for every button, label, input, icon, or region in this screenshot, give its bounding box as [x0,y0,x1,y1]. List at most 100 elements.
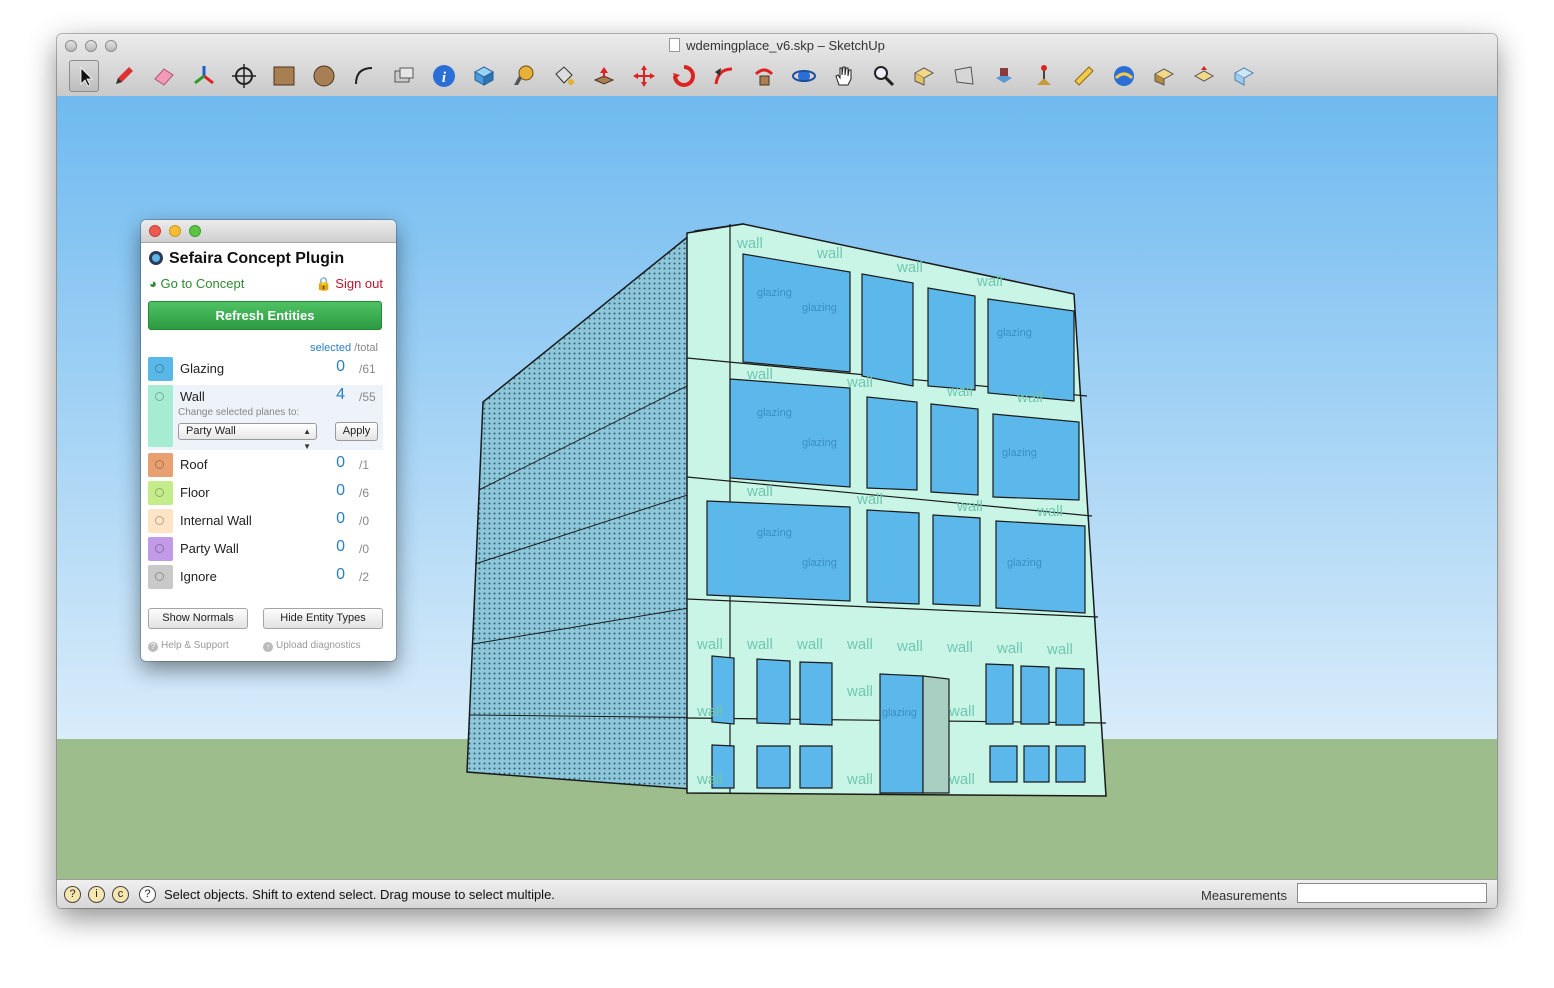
sefaira-logo-icon [149,251,163,265]
plugin-title-bar [141,220,396,243]
layout-tool[interactable] [1229,60,1259,92]
plugin-close-button[interactable] [149,225,161,237]
entity-row[interactable]: Wall 4/55 [148,384,383,447]
help-support-link[interactable]: ? Help & Support [148,640,229,652]
pencil-icon [116,67,133,84]
plane-type-select[interactable]: Party Wall ▲ ▼ [178,423,317,451]
position-camera-tool[interactable] [229,60,259,92]
entity-color-swatch[interactable] [148,565,173,589]
help-icon[interactable]: ? [139,886,156,903]
orbit-tool[interactable] [789,60,819,92]
pencil-tool[interactable] [109,60,139,92]
status-bar: ? i c ? Select objects. Shift to extend … [57,879,1497,908]
entity-color-swatch[interactable] [148,509,173,533]
refresh-entities-button[interactable]: Refresh Entities [148,301,382,330]
move-tool[interactable] [629,60,659,92]
previous-icon [954,66,974,85]
move-icon [633,65,655,87]
svg-text:wall: wall [948,771,975,788]
circle-tool[interactable] [309,60,339,92]
info-icon: i [433,65,455,87]
entity-label: Ignore [180,569,217,584]
entity-color-swatch[interactable] [148,481,173,505]
svg-text:glazing: glazing [757,407,792,419]
entity-row[interactable]: Roof 0/1 [148,452,383,478]
entity-label: Wall [180,389,205,404]
geo-location-icon[interactable]: ? [64,886,81,903]
entity-color-swatch[interactable] [148,357,173,381]
svg-text:glazing: glazing [997,327,1032,339]
axes-tool[interactable] [189,60,219,92]
entity-row[interactable]: Floor 0/6 [148,480,383,506]
scale-tool[interactable] [749,60,779,92]
follow-me-tool[interactable] [709,60,739,92]
push-pull-tool[interactable] [589,60,619,92]
eraser-tool[interactable] [149,60,179,92]
hide-entity-types-button[interactable]: Hide Entity Types [263,608,383,629]
entity-row[interactable]: Internal Wall 0/0 [148,508,383,534]
section-plane-tool[interactable] [389,60,419,92]
entity-label: Floor [180,485,210,500]
magnifier-icon [874,66,895,87]
svg-text:wall: wall [846,771,873,788]
share-model-tool[interactable] [1149,60,1179,92]
components-tool[interactable] [469,60,499,92]
lock-icon: 🔒 [315,276,332,291]
svg-text:glazing: glazing [882,707,917,719]
rectangle-tool[interactable] [269,60,299,92]
entity-label: Internal Wall [180,513,252,528]
walk-tool[interactable] [1029,60,1059,92]
entity-label: Party Wall [180,541,239,556]
measurements-input[interactable] [1297,883,1487,903]
entity-row[interactable]: Ignore 0/2 [148,564,383,590]
entity-toggle-icon [155,572,164,581]
upload-diagnostics-link[interactable]: ↑ Upload diagnostics [263,640,361,652]
svg-text:wall: wall [1016,389,1043,406]
plugin-minimize-button[interactable] [169,225,181,237]
entity-color-swatch[interactable] [148,385,173,447]
dimension-tool[interactable] [1069,60,1099,92]
entity-total-count: /1 [359,458,370,472]
svg-text:glazing: glazing [802,557,837,569]
zoom-tool[interactable] [869,60,899,92]
go-to-concept-link[interactable]: ◕ Go to Concept [149,276,244,291]
arc-tool[interactable] [349,60,379,92]
svg-text:wall: wall [856,491,883,508]
svg-text:wall: wall [1036,503,1063,520]
entity-row[interactable]: Glazing 0/61 [148,356,383,382]
location-icon [996,68,1012,83]
extension-icon [1193,66,1215,82]
entity-selected-count: 0 [336,510,345,527]
show-normals-button[interactable]: Show Normals [148,608,248,629]
sign-out-link[interactable]: 🔒 Sign out [315,276,383,292]
extension-tool[interactable] [1189,60,1219,92]
credits-icon[interactable]: i [88,886,105,903]
entity-row[interactable]: Party Wall 0/0 [148,536,383,562]
svg-text:wall: wall [996,640,1023,657]
select-tool[interactable] [69,60,99,92]
tape-measure-tool[interactable] [509,60,539,92]
rotate-tool[interactable] [669,60,699,92]
pan-tool[interactable] [829,60,859,92]
entity-label: Roof [180,457,208,472]
zoom-extents-tool[interactable] [909,60,939,92]
svg-text:wall: wall [746,366,773,383]
entity-color-swatch[interactable] [148,537,173,561]
entity-selected-count: 0 [336,358,345,375]
entity-color-swatch[interactable] [148,453,173,477]
svg-text:glazing: glazing [757,287,792,299]
entity-selected-count: 0 [336,482,345,499]
svg-text:glazing: glazing [1002,447,1037,459]
entity-total-count: /2 [359,570,370,584]
plugin-zoom-button[interactable] [189,225,201,237]
model-info-tool[interactable]: i [429,60,459,92]
svg-text:glazing: glazing [757,527,792,539]
copyright-icon[interactable]: c [112,886,129,903]
entity-toggle-icon [155,516,164,525]
apply-button[interactable]: Apply [335,422,378,441]
previous-view-tool[interactable] [949,60,979,92]
paint-bucket-tool[interactable] [549,60,579,92]
ruler-icon [1074,66,1094,86]
warehouse-tool[interactable] [1109,60,1139,92]
add-location-tool[interactable] [989,60,1019,92]
